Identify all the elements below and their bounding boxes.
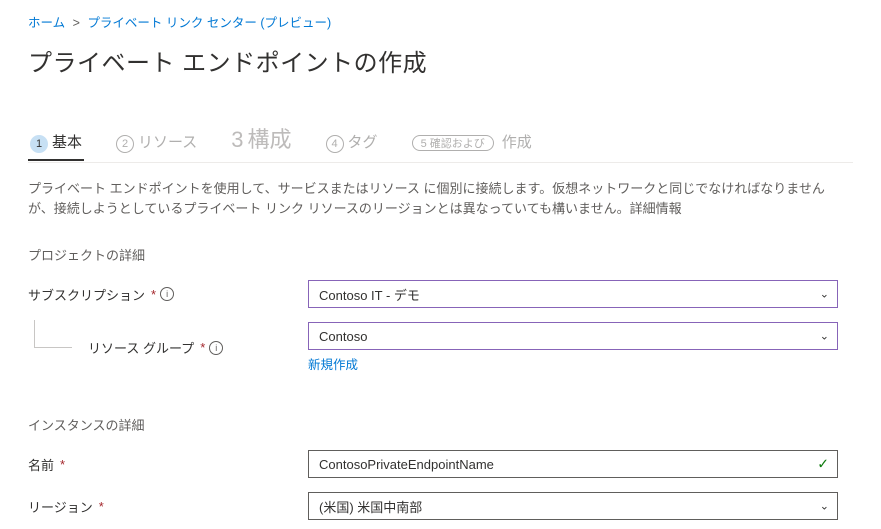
label-region: リージョン * (28, 497, 308, 516)
required-mark: * (151, 287, 156, 302)
tab-review-number: 5 確認および (412, 135, 494, 151)
check-icon: ✓ (817, 456, 829, 473)
tab-basics-label: 基本 (52, 131, 82, 152)
row-region: リージョン * (米国) 米国中南部 ⌄ (28, 492, 853, 520)
chevron-down-icon: ⌄ (820, 288, 829, 301)
tab-review-create[interactable]: 5 確認および 作成 (410, 127, 534, 160)
tab-tags-label: タグ (348, 131, 378, 152)
label-name: 名前 * (28, 455, 308, 474)
chevron-down-icon: ⌄ (820, 500, 829, 513)
row-resource-group: リソース グループ * i Contoso ⌄ 新規作成 (28, 322, 853, 373)
label-resource-group: リソース グループ * i (28, 338, 308, 357)
tab-tags-number: 4 (326, 135, 344, 153)
tab-basics-number: 1 (30, 135, 48, 153)
tab-configuration-label: 構成 (248, 122, 292, 154)
tab-review-label: 作成 (502, 131, 532, 152)
subscription-value: Contoso IT - デモ (319, 285, 420, 304)
label-name-text: 名前 (28, 455, 54, 474)
required-mark: * (200, 340, 205, 355)
name-value: ContosoPrivateEndpointName (319, 457, 494, 472)
info-icon[interactable]: i (209, 341, 223, 355)
breadcrumb-center-link[interactable]: プライベート リンク センター (プレビュー) (87, 16, 331, 30)
tab-resource[interactable]: 2 リソース (114, 127, 199, 161)
tab-tags[interactable]: 4 タグ (324, 127, 380, 161)
region-value: (米国) 米国中南部 (319, 497, 422, 516)
tab-resource-label: リソース (138, 131, 197, 152)
required-mark: * (99, 499, 104, 514)
breadcrumb-home-link[interactable]: ホーム (28, 16, 65, 30)
indent-elbow (34, 320, 72, 348)
label-resource-group-text: リソース グループ (88, 338, 194, 357)
tab-resource-number: 2 (116, 135, 134, 153)
required-mark: * (60, 457, 65, 472)
tab-configuration-number: 3 (231, 127, 243, 153)
subscription-select[interactable]: Contoso IT - デモ ⌄ (308, 280, 838, 308)
step-description: プライベート エンドポイントを使用して、サービスまたはリソース に個別に接続しま… (28, 179, 828, 219)
label-subscription-text: サブスクリプション (28, 285, 145, 304)
step-tabs: 1 基本 2 リソース 3 構成 4 タグ 5 確認および 作成 (28, 118, 853, 163)
resource-group-value: Contoso (319, 329, 367, 344)
info-icon[interactable]: i (160, 287, 174, 301)
region-select[interactable]: (米国) 米国中南部 ⌄ (308, 492, 838, 520)
page-title: プライベート エンドポイントの作成 (28, 43, 853, 78)
name-input[interactable]: ContosoPrivateEndpointName ✓ (308, 450, 838, 478)
label-region-text: リージョン (28, 497, 93, 516)
label-subscription: サブスクリプション * i (28, 285, 308, 304)
breadcrumb: ホーム > プライベート リンク センター (プレビュー) (28, 12, 853, 31)
row-name: 名前 * ContosoPrivateEndpointName ✓ (28, 450, 853, 478)
breadcrumb-separator: > (73, 16, 80, 30)
section-instance-details: インスタンスの詳細 (28, 415, 853, 434)
tab-configuration[interactable]: 3 構成 (229, 118, 293, 162)
resource-group-select[interactable]: Contoso ⌄ (308, 322, 838, 350)
create-private-endpoint-page: ホーム > プライベート リンク センター (プレビュー) プライベート エンド… (0, 0, 881, 520)
tab-basics[interactable]: 1 基本 (28, 127, 84, 161)
section-project-details: プロジェクトの詳細 (28, 245, 853, 264)
chevron-down-icon: ⌄ (820, 330, 829, 343)
create-new-resource-group-link[interactable]: 新規作成 (308, 354, 358, 373)
row-subscription: サブスクリプション * i Contoso IT - デモ ⌄ (28, 280, 853, 308)
